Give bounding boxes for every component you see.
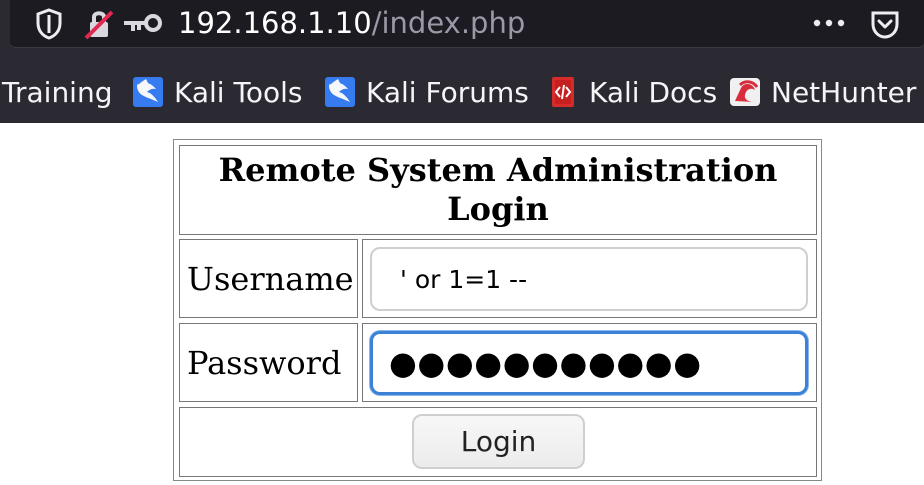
login-table: Remote System Administration Login Usern… [173,139,822,481]
kali-dragon-icon [131,75,165,109]
username-label: Username [179,239,358,318]
login-title: Remote System Administration Login [179,145,817,235]
bookmark-kali-forums[interactable]: Kali Forums [323,73,529,111]
kali-docs-icon [546,75,580,109]
browser-chrome: 192.168.1.10/index.php Training Kali Too… [0,0,924,123]
kali-dragon-icon [323,75,357,109]
login-button[interactable]: Login [412,414,585,469]
bookmarks-bar: Training Kali Tools Kali Forums Kali Doc… [0,63,924,123]
password-input[interactable]: ●●●●●●●●●●● [370,331,808,395]
nethunter-icon [728,75,762,109]
insecure-lock-icon[interactable] [82,6,116,42]
pocket-icon[interactable] [868,8,902,40]
bookmark-label: Training [2,75,113,109]
bookmark-nethunter[interactable]: NetHunter [728,73,916,111]
url-host: 192.168.1.10 [178,6,372,40]
username-input[interactable]: ' or 1=1 -- [370,247,808,311]
password-cell: ●●●●●●●●●●● [362,323,817,402]
login-button-cell: Login [179,407,817,477]
username-cell: ' or 1=1 -- [362,239,817,318]
address-bar[interactable]: 192.168.1.10/index.php [10,0,924,48]
password-label: Password [179,323,358,402]
bookmark-kali-docs[interactable]: Kali Docs [546,73,717,111]
bookmark-label: Kali Docs [589,75,718,109]
shield-icon[interactable] [35,8,63,40]
bookmark-training[interactable]: Training [2,73,112,111]
bookmark-label: Kali Forums [366,75,529,109]
bookmark-label: NetHunter [771,75,917,109]
url-text[interactable]: 192.168.1.10/index.php [178,6,525,40]
more-icon[interactable] [812,14,846,32]
url-path: /index.php [371,6,526,40]
bookmark-label: Kali Tools [174,75,303,109]
key-icon[interactable] [122,9,165,37]
bookmark-kali-tools[interactable]: Kali Tools [131,73,302,111]
